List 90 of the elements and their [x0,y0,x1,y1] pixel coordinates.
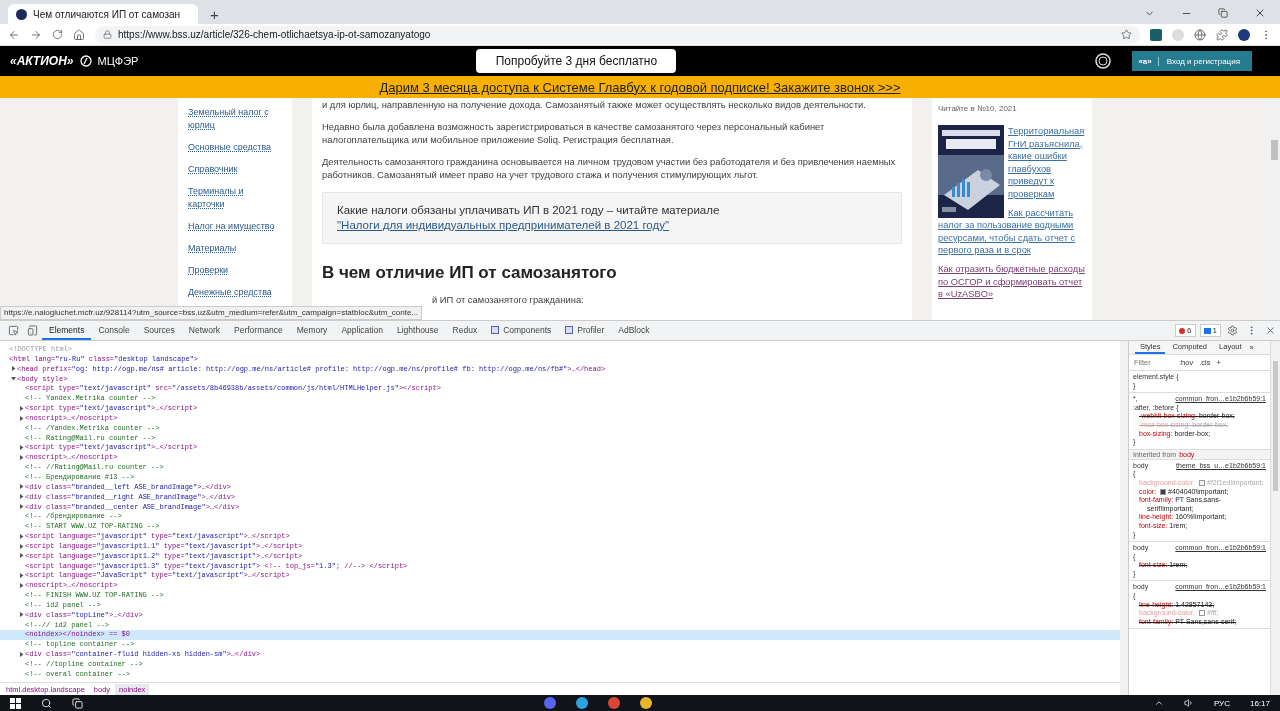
issue-label: Читайте в №10, 2021 [938,104,1018,113]
devtools-tab[interactable]: Application [334,321,390,340]
message-count-badge[interactable]: 1 [1199,324,1221,337]
device-toolbar-icon[interactable] [27,325,38,336]
logo-emblem-icon [79,55,92,67]
devtools-tab[interactable]: Lighthouse [389,321,446,340]
sidebar-link[interactable]: Налог на имущество [188,220,275,233]
volume-icon[interactable] [1183,698,1194,708]
extensions-icon[interactable] [1216,28,1228,41]
bookmark-star-icon[interactable] [1121,29,1132,40]
sidebar-link[interactable]: Справочник [188,163,238,176]
disclosure-triangle-icon[interactable] [19,582,24,588]
globe-icon[interactable] [1194,28,1206,41]
color-swatch[interactable] [1160,488,1167,495]
section-heading: В чем отличие ИП от самозанятого [322,262,618,284]
trial-button[interactable]: Попробуйте 3 дня бесплатно [476,49,677,73]
devtools-tab[interactable]: Redux [445,321,485,340]
home-icon[interactable] [73,28,85,41]
callout-text: Какие налоги обязаны уплачивать ИП в 2021 году – читайте материале "Налоги для индивидуальных предпринимателей в 2021 году" [322,192,902,244]
article-paragraph: Недавно была добавлена возможность зарегистрироваться в качестве самозанятого через персональный кабинет налогоплательщика или мобильное приложение Soliq. Регистрация бесплатная. [322,120,826,146]
site-favicon-icon [16,8,27,20]
disclosure-triangle-icon[interactable] [19,612,24,618]
error-count-badge[interactable]: 6 [1175,324,1196,337]
devtools-tab[interactable]: Performance [227,321,290,340]
sidebar-link[interactable]: Основные средства [188,141,272,154]
article-link[interactable]: "Налоги для индивидуальных предпринимателей в 2021 году" [337,219,670,231]
logo-text[interactable]: МЦФЭР [97,55,139,67]
related-article-link[interactable]: Территориальная ГНИ разъяснила, какие ошибки главбухов приведут к проверкам [938,125,1086,201]
logo-text[interactable]: «АКТИОН» [10,54,74,68]
disclosure-triangle-icon[interactable] [11,376,16,382]
task-view-icon[interactable] [72,697,83,709]
disclosure-triangle-icon[interactable] [19,445,24,451]
disclosure-triangle-icon[interactable] [19,494,24,500]
chat-app-icon[interactable] [544,697,557,709]
ring-icon[interactable] [1094,52,1113,70]
disclosure-triangle-icon[interactable] [19,553,24,559]
disclosure-triangle-icon[interactable] [19,543,24,549]
disclosure-triangle-icon[interactable] [11,366,16,372]
devtools-tab[interactable]: Elements [42,321,92,340]
disclosure-triangle-icon[interactable] [19,405,24,411]
disclosure-triangle-icon[interactable] [19,454,24,460]
scrollbar[interactable] [1270,341,1280,695]
disclosure-triangle-icon[interactable] [19,504,24,510]
back-icon[interactable] [8,28,20,41]
sidebar-link[interactable]: Денежные средства [188,286,272,299]
close-icon[interactable] [1254,7,1266,19]
sidebar-link[interactable]: Земельный налог с юрлиц [188,106,276,132]
devtools-tab[interactable]: Profiler [558,321,612,340]
disclosure-triangle-icon[interactable] [19,573,24,579]
devtools-tab[interactable]: Memory [289,321,335,340]
keyboard-language[interactable]: РУС [1213,698,1230,708]
browser-tab[interactable]: Чем отличаются ИП от самозан [8,4,198,24]
color-swatch[interactable] [1199,610,1205,617]
article-paragraph: Деятельность самозанятого гражданина основывается на личном трудовом участии без работодателя и без привлечения наемных работников. Самозанятый имеет право на учет трудового стажа и получения стимулирующих льгот. [322,155,897,181]
sidebar-link[interactable]: Материалы [188,242,237,255]
new-tab-button[interactable]: + [202,4,227,24]
article-paragraph: й ИП от самозанятого гражданина: [432,294,585,305]
color-swatch[interactable] [1199,480,1205,487]
devtools-tab[interactable]: AdBlock [611,321,657,340]
login-button[interactable]: «а» Вход и регистрация [1132,51,1252,71]
sidebar-link[interactable]: Терминалы и карточки [188,185,276,211]
inspect-icon[interactable] [8,325,19,336]
article-paragraph: и для юрлиц, направленную на получение дохода. Самозанятый также может осуществлять несколько видов деятельности. [322,98,867,111]
settings-icon[interactable] [1227,325,1238,336]
browser-app-icon[interactable] [608,697,621,709]
messenger-app-icon[interactable] [576,697,589,709]
disclosure-triangle-icon[interactable] [19,533,24,539]
clock-time[interactable]: 16:17 [1249,698,1270,708]
reload-icon[interactable] [52,29,63,40]
related-article-link[interactable]: Как рассчитать налог за пользование водными ресурсами, чтобы сдать отчет с первого раза и в срок [938,206,1086,257]
devtools-tab[interactable]: Network [181,321,227,340]
devtools-tab[interactable]: Console [91,321,137,340]
scrollbar[interactable] [1268,98,1280,320]
profile-avatar-icon[interactable] [1238,28,1250,41]
lock-icon [103,30,112,39]
workspace-app-icon[interactable] [640,697,653,709]
devtools-tab[interactable]: Sources [136,321,182,340]
search-icon[interactable] [41,697,52,709]
disclosure-triangle-icon[interactable] [19,415,24,421]
restore-icon[interactable] [1218,8,1228,18]
disclosure-triangle-icon[interactable] [19,484,24,490]
close-icon[interactable] [1265,325,1276,336]
address-bar[interactable]: https://www.bss.uz/article/326-chem-otlichaetsya-ip-ot-samozanyatogo [95,25,1140,44]
devtools-tab[interactable]: Components [484,321,559,340]
windows-start-icon[interactable] [10,697,21,709]
extension-icon[interactable] [1150,28,1162,41]
related-article-link[interactable]: Как отразить бюджетные расходы по ОСГОР и сформировать отчет в «UzASBO» [938,262,1086,301]
sidebar-link[interactable]: Проверки [188,264,229,277]
disclosure-triangle-icon[interactable] [19,651,24,657]
link-status-tooltip: https://e.nalogiuchet.mcfr.uz/928114?utm_source=bss.uz&utm_medium=refer&utm_campaign=statbloc&utm_conte... [0,306,423,320]
